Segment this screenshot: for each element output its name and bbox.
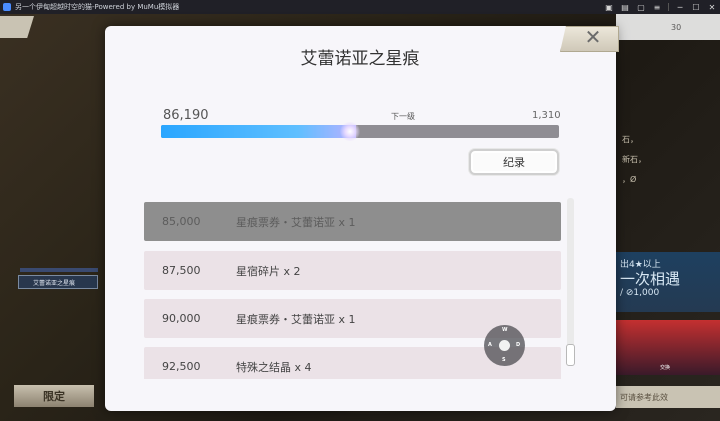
reward-row[interactable]: 87,500 星宿碎片 x 2 (144, 251, 561, 290)
gacha-info-panel: 出4★以上 一次相遇 / ⊘1,000 (616, 252, 720, 312)
dpad-key-down: S (502, 357, 506, 363)
currency-box: 30 (616, 14, 720, 40)
maximize-icon[interactable]: ☐ (688, 0, 704, 14)
record-button[interactable]: 纪录 (469, 149, 559, 175)
reward-points: 87,500 (162, 264, 201, 277)
progress-next-value: 1,310 (532, 110, 561, 121)
window-title: 另一个伊甸超越时空的猫-Powered by MuMu模拟器 (15, 3, 180, 11)
progress-fill (161, 125, 357, 138)
progress-current-value: 86,190 (163, 108, 209, 123)
virtual-dpad[interactable]: W A D S (484, 325, 525, 366)
window-titlebar: 另一个伊甸超越时空的猫-Powered by MuMu模拟器 ▣ ▤ ▢ ≡ ─… (0, 0, 720, 14)
background-left-banner: 艾蕾诺亚之星痕 (18, 275, 98, 289)
gacha-info-line3: / ⊘1,000 (620, 288, 660, 298)
limited-tab[interactable]: 限定 (14, 385, 94, 407)
menu-icon[interactable]: ≡ (649, 0, 665, 14)
app-icon (3, 3, 11, 11)
minimize-icon[interactable]: ─ (672, 0, 688, 14)
dpad-key-left: A (488, 342, 492, 348)
side-text-2: 新石， (622, 155, 646, 164)
screenshot-icon[interactable]: ▣ (601, 0, 617, 14)
reward-item: 星痕票券・艾蕾诺亚 x 1 (236, 312, 356, 326)
side-text-1: 石， (622, 135, 638, 144)
keyboard-icon[interactable]: ▤ (617, 0, 633, 14)
close-icon[interactable]: ✕ (704, 0, 720, 14)
reward-list-scrollbar[interactable] (567, 198, 574, 366)
gacha-info-line2: 一次相遇 (620, 270, 681, 288)
character-card[interactable]: 交换 (616, 320, 720, 375)
currency-value: 30 (671, 23, 682, 32)
titlebar-divider (668, 3, 669, 11)
background-bottom-text: 可请参考此效 (616, 386, 720, 408)
progress-bar (161, 125, 559, 138)
reward-points: 92,500 (162, 360, 201, 373)
reward-item: 星宿碎片 x 2 (236, 264, 301, 278)
window-mode-icon[interactable]: ▢ (633, 0, 649, 14)
background-side-text: 石， 新石， ，Ø (616, 130, 720, 190)
reward-points: 90,000 (162, 312, 201, 325)
scroll-thumb[interactable] (566, 344, 575, 366)
dpad-key-up: W (502, 327, 508, 333)
dpad-key-right: D (516, 342, 521, 348)
reward-points: 85,000 (162, 215, 201, 228)
progress-next-label: 下一级 (391, 112, 415, 121)
side-text-3: ，Ø (622, 175, 637, 184)
reward-row[interactable]: 85,000 星痕票券・艾蕾诺亚 x 1 (144, 202, 561, 241)
background-left-bar (20, 268, 98, 272)
reward-item: 星痕票券・艾蕾诺亚 x 1 (236, 215, 356, 229)
progress-spark-icon (340, 122, 360, 141)
dialog-title: 艾蕾诺亚之星痕 (300, 49, 420, 69)
card-label: 交换 (660, 365, 671, 371)
dpad-center (499, 340, 510, 351)
